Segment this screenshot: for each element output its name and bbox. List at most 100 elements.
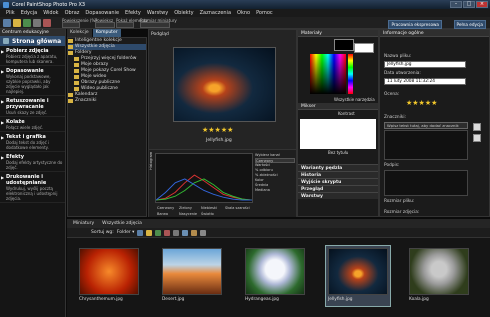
tag-icon bbox=[68, 99, 73, 103]
background-swatch[interactable] bbox=[354, 43, 374, 53]
print-icon[interactable] bbox=[173, 229, 180, 236]
checkbox-saturation[interactable]: Nasycenie bbox=[179, 212, 197, 216]
share-icon[interactable] bbox=[155, 229, 162, 236]
materials-header[interactable]: Materiały bbox=[298, 30, 378, 37]
checkbox-hue[interactable]: Barwa bbox=[157, 212, 168, 216]
color-picker-field[interactable] bbox=[310, 54, 346, 94]
lc-item-adjust[interactable]: ▶ Dopasowanie Wykonaj podstawowe, szybki… bbox=[0, 66, 65, 96]
home-label: Strona główna bbox=[12, 37, 62, 45]
foreground-swatch[interactable] bbox=[334, 39, 354, 51]
menu-plik[interactable]: Plik bbox=[3, 10, 18, 16]
checkbox-blue[interactable]: Niebieski bbox=[201, 206, 217, 210]
window-title: Corel PaintShop Photo Pro X3 bbox=[12, 1, 86, 8]
rating-stars[interactable]: ★★★★★ bbox=[406, 99, 437, 107]
checkbox-lightness[interactable]: Światło bbox=[201, 212, 214, 216]
checkbox-red[interactable]: Czerwony bbox=[157, 206, 174, 210]
home-link[interactable]: Strona główna bbox=[0, 36, 65, 46]
open-folder-icon[interactable] bbox=[146, 229, 153, 236]
mixer-contrast-label: Kontrast bbox=[338, 111, 355, 116]
new-icon[interactable] bbox=[3, 19, 11, 27]
thumbnail-name: Koala.jpg bbox=[409, 297, 429, 302]
delete-icon[interactable] bbox=[164, 229, 171, 236]
full-edit-button[interactable]: Pełna edycja bbox=[453, 20, 486, 29]
hue-slider[interactable] bbox=[348, 54, 353, 94]
history-header[interactable]: Historia bbox=[298, 171, 378, 178]
tab-computer[interactable]: Komputer bbox=[92, 29, 121, 37]
mixer-canvas[interactable] bbox=[300, 119, 376, 149]
mixer-header[interactable]: Mikser bbox=[298, 103, 378, 110]
mixer-untitled: Bez tytułu bbox=[328, 150, 349, 155]
arrow-icon: ▶ bbox=[1, 120, 5, 125]
side-label: Mediana bbox=[255, 188, 270, 192]
menu-zaznaczenia[interactable]: Zaznaczenia bbox=[197, 10, 234, 16]
view-icon[interactable] bbox=[137, 229, 144, 236]
overview-header[interactable]: Przegląd bbox=[298, 185, 378, 192]
menu-edycja[interactable]: Edycja bbox=[18, 10, 41, 16]
preview-rating[interactable]: ★★★★★ bbox=[202, 126, 233, 134]
thumbnail-item-selected[interactable]: Jellyfish.jpg bbox=[325, 245, 391, 307]
lc-item-print-share[interactable]: ▶ Drukowanie i udostępnianie Wydrukuj, w… bbox=[0, 172, 65, 203]
print-icon[interactable] bbox=[33, 19, 41, 27]
thumbnail-size-slider[interactable] bbox=[140, 22, 170, 28]
date-field[interactable]: 11 luty 2008 11:32:24 bbox=[384, 78, 466, 85]
lc-item-desc: Dodaj tekst do zdjęć i dodatkowe element… bbox=[6, 140, 50, 150]
thumbnail-name: Jellyfish.jpg bbox=[328, 297, 353, 302]
lc-item-text-graphics[interactable]: ▶ Tekst i grafika Dodaj tekst do zdjęć i… bbox=[0, 132, 65, 152]
tab-all-photos[interactable]: Wszystkie zdjęcia bbox=[102, 221, 142, 226]
filename-field[interactable]: Jellyfish.jpg bbox=[384, 61, 466, 68]
undo-icon[interactable] bbox=[43, 19, 51, 27]
menu-warstwy[interactable]: Warstwy bbox=[144, 10, 171, 16]
menu-widok[interactable]: Widok bbox=[40, 10, 61, 16]
lc-item-effects[interactable]: ▶ Efekty Dodaj efekty artystyczne do zdj… bbox=[0, 152, 65, 172]
preview-filename: Jellyfish.jpg bbox=[206, 138, 232, 143]
checkbox-green[interactable]: Zielony bbox=[179, 206, 192, 210]
menu-obraz[interactable]: Obraz bbox=[62, 10, 83, 16]
all-tools-checkbox[interactable]: Wszystkie narzędzia bbox=[334, 97, 375, 102]
zoom-slider[interactable] bbox=[95, 22, 115, 28]
close-button[interactable]: × bbox=[476, 1, 488, 8]
search-icon[interactable] bbox=[200, 229, 207, 236]
tab-thumbnails[interactable]: Miniatury bbox=[73, 221, 94, 226]
photo-size-label: Rozmiar zdjęcia: bbox=[384, 210, 420, 215]
express-lab-button[interactable]: Pracownia ekspresowa bbox=[388, 20, 442, 29]
remove-tag-button[interactable] bbox=[473, 134, 481, 142]
maximize-button[interactable]: □ bbox=[463, 1, 475, 8]
sort-label[interactable]: Sortuj wg: bbox=[91, 230, 114, 235]
tree-item-tags[interactable]: Znaczniki bbox=[68, 98, 146, 104]
navigation-tabs: Kolekcje Komputer bbox=[67, 29, 147, 37]
menu-efekty[interactable]: Efekty bbox=[122, 10, 144, 16]
caption-input[interactable] bbox=[384, 170, 468, 196]
thumbnail-item[interactable]: Hydrangeas.jpg bbox=[245, 248, 305, 304]
menu-obiekty[interactable]: Obiekty bbox=[171, 10, 196, 16]
lc-item-desc: Wykonaj podstawowe, szybkie poprawki, ab… bbox=[6, 74, 51, 94]
minimize-button[interactable]: – bbox=[450, 1, 462, 8]
lc-item-get-photos[interactable]: ▶ Pobierz zdjęcia Pobierz zdjęcia z apar… bbox=[0, 46, 65, 66]
calendar-icon bbox=[68, 93, 73, 97]
show-elements-select[interactable] bbox=[116, 22, 134, 28]
open-icon[interactable] bbox=[13, 19, 21, 27]
save-icon[interactable] bbox=[23, 19, 31, 27]
menu-pomoc[interactable]: Pomoc bbox=[253, 10, 276, 16]
calendar-icon[interactable] bbox=[191, 229, 198, 236]
tab-collections[interactable]: Kolekcje bbox=[67, 29, 92, 37]
caption-label: Podpis: bbox=[384, 163, 400, 168]
menu-okno[interactable]: Okno bbox=[234, 10, 253, 16]
script-output-header[interactable]: Wyjście skryptu bbox=[298, 178, 378, 185]
preview-image[interactable] bbox=[173, 47, 276, 122]
lc-item-collage[interactable]: ▶ Kolaże Połącz wiele zdjęć. bbox=[0, 117, 65, 132]
brush-variants-header[interactable]: Warianty pędzla bbox=[298, 164, 378, 171]
folder-select[interactable]: Folder ▾ bbox=[117, 230, 135, 235]
tags-list bbox=[384, 130, 468, 160]
menu-dopasowanie[interactable]: Dopasowanie bbox=[82, 10, 122, 16]
lc-item-retouch[interactable]: ▶ Retuszowanie i przywracanie Usuń skazy… bbox=[0, 96, 65, 117]
thumbnail-item[interactable]: Chrysanthemum.jpg bbox=[79, 248, 139, 304]
add-tag-button[interactable] bbox=[473, 123, 481, 131]
layers-header[interactable]: Warstwy bbox=[298, 192, 378, 199]
thumbnail-item[interactable]: Desert.jpg bbox=[162, 248, 222, 304]
tags-input[interactable]: Wpisz tekst tutaj, aby dodać znacznik bbox=[384, 122, 468, 129]
email-icon[interactable] bbox=[182, 229, 189, 236]
checkbox-grayscale[interactable]: Skala szarości bbox=[225, 206, 250, 210]
thumbnail-item[interactable]: Koala.jpg bbox=[409, 248, 469, 304]
histogram-graph bbox=[155, 153, 253, 203]
zoom-percent-input[interactable] bbox=[62, 22, 80, 28]
